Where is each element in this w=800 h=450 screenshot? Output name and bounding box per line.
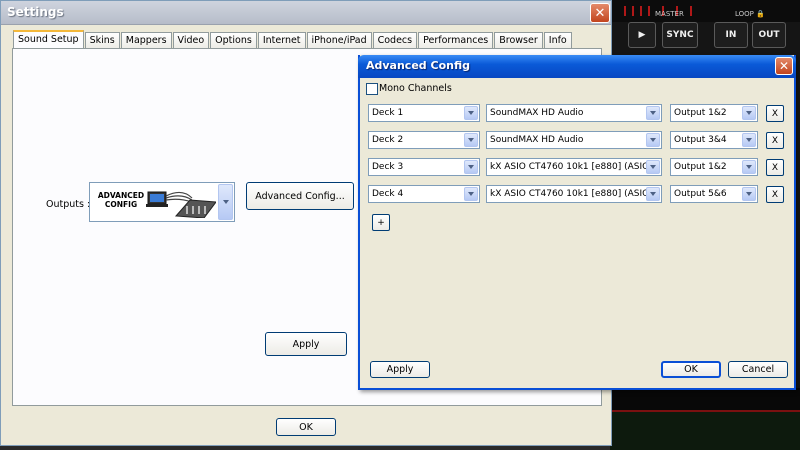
outputs-value: ADVANCED CONFIG (97, 191, 145, 209)
advanced-config-titlebar[interactable]: Advanced Config ✕ (358, 55, 796, 78)
output-1-value: Output 1&2 (674, 108, 727, 118)
chevron-down-icon (646, 160, 660, 174)
outputs-select[interactable]: ADVANCED CONFIG (89, 182, 235, 222)
advanced-config-button[interactable]: Advanced Config... (246, 182, 354, 210)
mixer-laptop-icon (146, 191, 216, 218)
bg-red-tick (640, 6, 642, 16)
tab-options[interactable]: Options (210, 32, 257, 49)
outputs-dropdown-button[interactable] (218, 184, 233, 220)
chevron-down-icon (464, 133, 478, 147)
advanced-apply-button[interactable]: Apply (370, 361, 430, 378)
output-1-select[interactable]: Output 1&2 (670, 104, 758, 122)
deck-3-select[interactable]: Deck 3 (368, 158, 480, 176)
chevron-down-icon (742, 187, 756, 201)
chevron-down-icon (646, 187, 660, 201)
bg-red-tick (648, 6, 650, 16)
bg-red-tick (690, 6, 692, 16)
deck-2-value: Deck 2 (372, 135, 404, 145)
chevron-down-icon (646, 106, 660, 120)
bg-in-button[interactable]: IN (714, 22, 748, 48)
mono-channels-label: Mono Channels (379, 83, 452, 94)
tab-skins[interactable]: Skins (84, 32, 120, 49)
bg-play-button[interactable]: ▶ (628, 22, 656, 48)
tab-performances[interactable]: Performances (418, 32, 494, 49)
bg-sync-button[interactable]: SYNC (662, 22, 698, 48)
settings-titlebar[interactable]: Settings ✕ (1, 1, 611, 25)
remove-row-4-button[interactable]: X (766, 186, 784, 203)
bg-out-button[interactable]: OUT (752, 22, 786, 48)
chevron-down-icon (464, 187, 478, 201)
bg-master-label: MASTER (655, 10, 684, 18)
output-3-value: Output 1&2 (674, 162, 727, 172)
bg-red-tick (632, 6, 634, 16)
settings-title: Settings (7, 5, 64, 19)
tab-iphone-ipad[interactable]: iPhone/iPad (306, 32, 372, 49)
deck-1-select[interactable]: Deck 1 (368, 104, 480, 122)
device-3-select[interactable]: kX ASIO CT4760 10k1 [e880] (ASIO) (486, 158, 662, 176)
bg-loop-text: LOOP (735, 10, 754, 18)
close-icon: ✕ (778, 59, 790, 73)
chevron-down-icon (464, 160, 478, 174)
deck-3-value: Deck 3 (372, 162, 404, 172)
settings-close-button[interactable]: ✕ (590, 3, 610, 23)
settings-apply-button[interactable]: Apply (265, 332, 347, 356)
advanced-config-dialog: Advanced Config ✕ Mono Channels Deck 1 S… (358, 55, 796, 390)
tab-video[interactable]: Video (172, 32, 210, 49)
output-2-select[interactable]: Output 3&4 (670, 131, 758, 149)
chevron-down-icon (742, 106, 756, 120)
bg-loop-label: LOOP 🔒 (735, 10, 765, 18)
remove-row-1-button[interactable]: X (766, 105, 784, 122)
remove-row-3-button[interactable]: X (766, 159, 784, 176)
advanced-close-button[interactable]: ✕ (775, 57, 793, 75)
output-4-value: Output 5&6 (674, 189, 727, 199)
advanced-config-title: Advanced Config (366, 59, 470, 72)
outputs-label: Outputs : (46, 199, 91, 210)
chevron-down-icon (742, 133, 756, 147)
output-2-value: Output 3&4 (674, 135, 727, 145)
device-3-value: kX ASIO CT4760 10k1 [e880] (ASIO) (490, 162, 653, 172)
device-4-select[interactable]: kX ASIO CT4760 10k1 [e880] (ASIO) (486, 185, 662, 203)
device-4-value: kX ASIO CT4760 10k1 [e880] (ASIO) (490, 189, 653, 199)
tab-browser[interactable]: Browser (494, 32, 543, 49)
tab-codecs[interactable]: Codecs (372, 32, 418, 49)
deck-1-value: Deck 1 (372, 108, 404, 118)
mono-channels-checkbox[interactable] (366, 83, 378, 95)
settings-tabs: Sound Setup Skins Mappers Video Options … (13, 30, 573, 49)
device-1-value: SoundMAX HD Audio (490, 108, 584, 118)
remove-row-2-button[interactable]: X (766, 132, 784, 149)
device-2-select[interactable]: SoundMAX HD Audio (486, 131, 662, 149)
tab-info[interactable]: Info (543, 32, 572, 49)
advanced-cancel-button[interactable]: Cancel (728, 361, 788, 378)
bg-top-strip (610, 0, 800, 22)
device-2-value: SoundMAX HD Audio (490, 135, 584, 145)
bg-green-panel (610, 412, 800, 450)
chevron-down-icon (646, 133, 660, 147)
close-icon: ✕ (594, 5, 606, 21)
tab-internet[interactable]: Internet (257, 32, 306, 49)
advanced-ok-button[interactable]: OK (661, 361, 721, 378)
tab-sound-setup[interactable]: Sound Setup (13, 30, 84, 49)
advanced-config-body: Mono Channels Deck 1 SoundMAX HD Audio O… (360, 78, 794, 388)
deck-4-value: Deck 4 (372, 189, 404, 199)
chevron-down-icon (464, 106, 478, 120)
deck-2-select[interactable]: Deck 2 (368, 131, 480, 149)
chevron-down-icon (222, 200, 229, 204)
output-3-select[interactable]: Output 1&2 (670, 158, 758, 176)
add-row-button[interactable]: + (372, 214, 390, 231)
play-icon: ▶ (638, 30, 646, 40)
deck-4-select[interactable]: Deck 4 (368, 185, 480, 203)
bg-red-tick (624, 6, 626, 16)
chevron-down-icon (742, 160, 756, 174)
output-4-select[interactable]: Output 5&6 (670, 185, 758, 203)
outputs-preview-image: ADVANCED CONFIG (92, 185, 218, 219)
tab-mappers[interactable]: Mappers (120, 32, 172, 49)
lock-icon: 🔒 (756, 10, 765, 18)
settings-ok-button[interactable]: OK (276, 418, 336, 436)
device-1-select[interactable]: SoundMAX HD Audio (486, 104, 662, 122)
